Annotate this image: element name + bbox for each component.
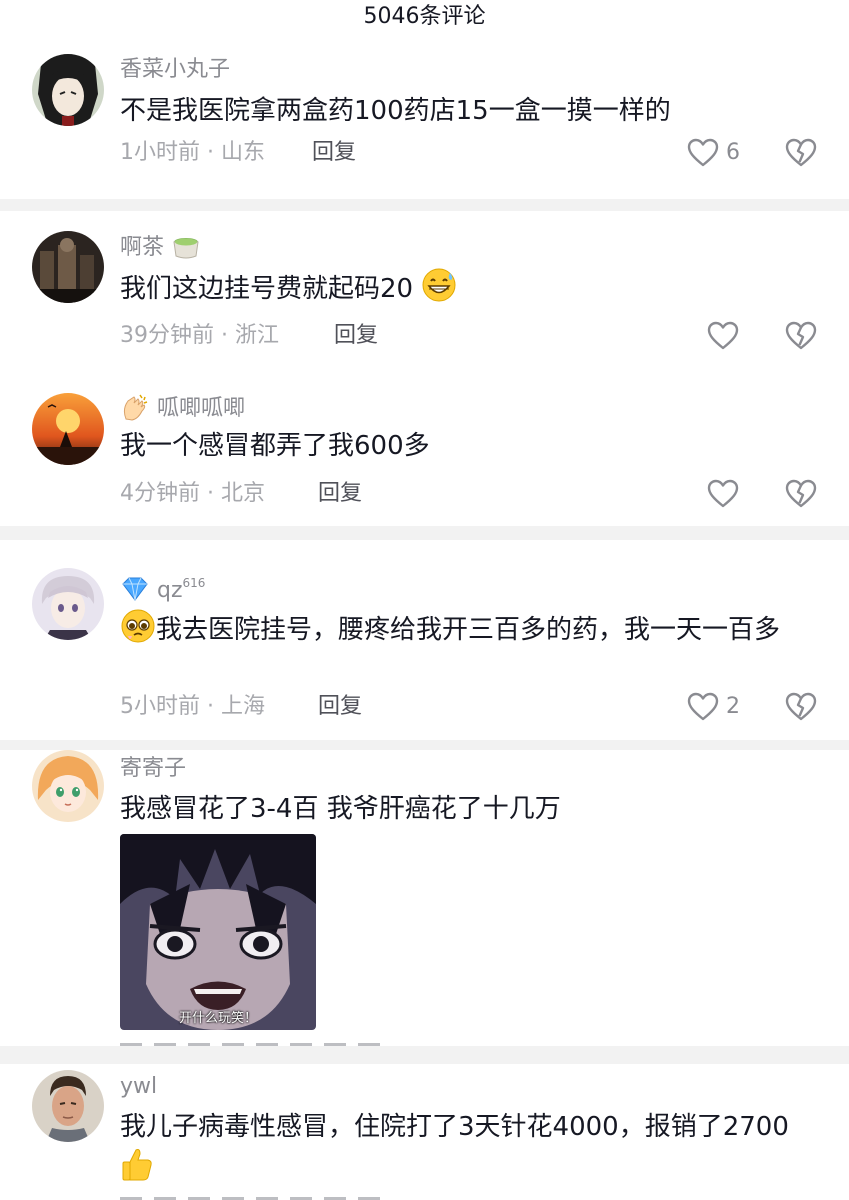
tea-cup-emoji <box>171 232 201 269</box>
heart-icon <box>707 479 739 508</box>
dislike-button[interactable] <box>784 136 818 170</box>
anime-sticker-icon <box>120 834 316 1030</box>
like-button[interactable]: 2 <box>686 690 746 724</box>
comment-text: 我去医院挂号，腰疼给我开三百多的药，我一天一百多 <box>120 608 820 655</box>
comment-text-body: 我去医院挂号，腰疼给我开三百多的药，我一天一百多 <box>156 615 781 645</box>
comment-meta: 4分钟前 · 北京 <box>120 481 265 506</box>
divider <box>0 199 849 211</box>
comment-username[interactable]: 呱唧呱唧 <box>120 393 245 430</box>
avatar[interactable] <box>32 568 104 640</box>
dark-photo-avatar-icon <box>32 231 104 303</box>
avatar[interactable] <box>32 1070 104 1142</box>
anime-avatar-icon <box>32 54 104 126</box>
comment-section-1: 香菜小丸子 不是我医院拿两盒药100药店15一盒一摸一样的 1小时前 · 山东 … <box>0 34 849 199</box>
comment-section-2: 啊茶 我们这边挂号费就起码20 39分钟前 · 浙江 回复 呱唧呱唧 我一个感冒… <box>0 211 849 526</box>
comment-text: 不是我医院拿两盒药100药店15一盒一摸一样的 <box>120 96 671 126</box>
like-count: 6 <box>726 140 740 165</box>
avatar[interactable] <box>32 750 104 822</box>
like-count: 2 <box>726 694 740 719</box>
comment-text: 我们这边挂号费就起码20 <box>120 267 820 314</box>
sticker-image[interactable]: 开什么玩笑！ <box>120 834 316 1030</box>
clapping-hands-emoji <box>120 393 150 430</box>
anime-girl-avatar-icon <box>32 750 104 822</box>
anime-boy-avatar-icon <box>32 568 104 640</box>
avatar[interactable] <box>32 231 104 303</box>
heart-icon <box>687 138 719 167</box>
comment-text: 我儿子病毒性感冒，住院打了3天针花4000，报销了2700 <box>120 1108 820 1193</box>
dislike-button[interactable] <box>784 690 818 724</box>
comment-text: 我一个感冒都弄了我600多 <box>120 431 430 461</box>
sticker-caption: 开什么玩笑！ <box>178 1011 257 1026</box>
avatar[interactable] <box>32 393 104 465</box>
comment-text-body: 我们这边挂号费就起码20 <box>120 274 414 304</box>
comment-text: 我感冒花了3-4百 我爷肝癌花了十几万 <box>120 794 561 824</box>
avatar[interactable] <box>32 54 104 126</box>
comment-username[interactable]: 啊茶 <box>120 232 201 269</box>
divider <box>0 1046 849 1064</box>
comments-page: 5046条评论 香菜小丸子 不是我医院拿两盒药100药店15一盒一摸一样的 1小… <box>0 0 849 1200</box>
reply-button[interactable]: 回复 <box>318 479 362 509</box>
heart-icon <box>687 692 719 721</box>
comment-username[interactable]: qz616 <box>120 568 205 612</box>
comment-username[interactable]: ywl <box>120 1072 157 1102</box>
reply-button[interactable]: 回复 <box>312 138 356 168</box>
comment-section-4: 寄寄子 我感冒花了3-4百 我爷肝癌花了十几万 开什么玩笑！ <box>0 750 849 1046</box>
pleading-face-emoji <box>120 608 156 655</box>
comment-section-3: qz616 我去医院挂号，腰疼给我开三百多的药，我一天一百多 5小时前 · 上海 <box>0 540 849 740</box>
comment-meta: 5小时前 · 上海 <box>120 694 265 719</box>
username-text: 啊茶 <box>120 235 165 260</box>
comment-username[interactable]: 香菜小丸子 <box>120 55 230 85</box>
thumbs-up-emoji <box>120 1146 154 1193</box>
grinning-sweat-emoji <box>421 267 457 314</box>
comment-username[interactable]: 寄寄子 <box>120 754 186 784</box>
username-badge-number: 616 <box>182 576 206 590</box>
reply-button[interactable]: 回复 <box>334 321 378 351</box>
username-text: qz <box>157 578 183 603</box>
comment-meta: 1小时前 · 山东 <box>120 140 265 165</box>
comment-count-title: 5046条评论 <box>363 4 486 29</box>
broken-heart-icon <box>785 692 817 721</box>
dislike-button[interactable] <box>784 477 818 511</box>
like-button[interactable]: 6 <box>686 136 746 170</box>
man-photo-avatar-icon <box>32 1070 104 1142</box>
broken-heart-icon <box>785 138 817 167</box>
divider <box>0 740 849 750</box>
username-text: 呱唧呱唧 <box>157 396 246 421</box>
broken-heart-icon <box>785 321 817 350</box>
collapsed-meta-fragment <box>120 1194 380 1200</box>
heart-icon <box>707 321 739 350</box>
broken-heart-icon <box>785 479 817 508</box>
comment-section-5: ywl 我儿子病毒性感冒，住院打了3天针花4000，报销了2700 <box>0 1064 849 1200</box>
like-button[interactable] <box>706 319 766 353</box>
sunset-avatar-icon <box>32 393 104 465</box>
comment-text-body: 我儿子病毒性感冒，住院打了3天针花4000，报销了2700 <box>120 1112 789 1142</box>
gem-emoji <box>120 575 150 612</box>
dislike-button[interactable] <box>784 319 818 353</box>
comment-meta: 39分钟前 · 浙江 <box>120 323 279 348</box>
reply-button[interactable]: 回复 <box>318 692 362 722</box>
divider <box>0 526 849 540</box>
like-button[interactable] <box>706 477 766 511</box>
